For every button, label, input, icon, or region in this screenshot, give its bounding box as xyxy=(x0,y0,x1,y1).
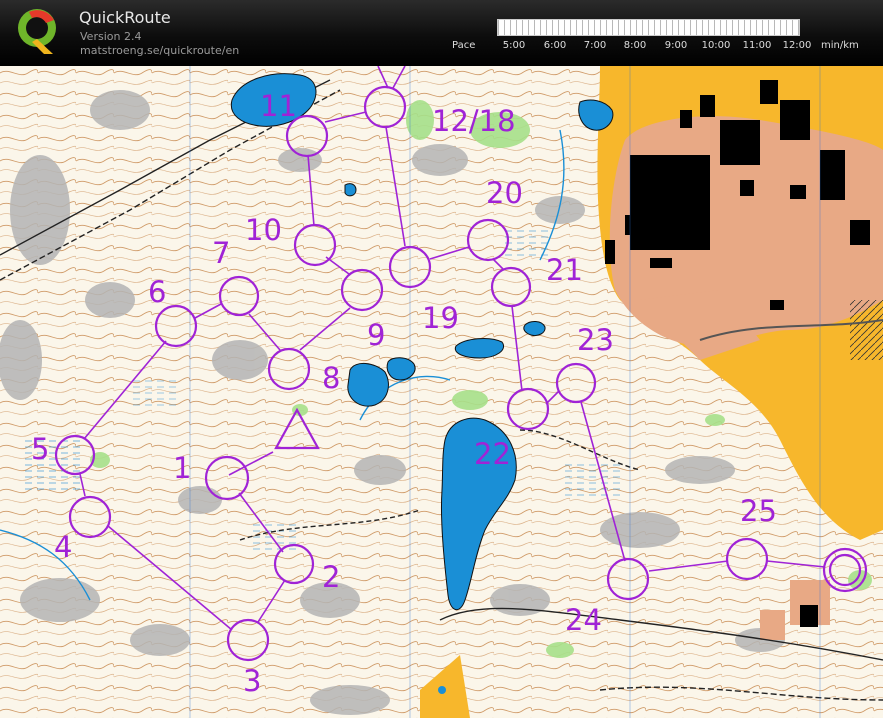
control-label: 2 xyxy=(322,560,340,594)
control-label: 3 xyxy=(243,664,261,698)
pace-label: Pace xyxy=(452,40,476,51)
pace-tick: 11:00 xyxy=(742,40,772,51)
control-label: 22 xyxy=(474,437,511,471)
pace-tick: 12:00 xyxy=(782,40,812,51)
pace-scale-bar xyxy=(497,19,800,36)
control-label: 25 xyxy=(740,494,777,528)
pace-tick: 7:00 xyxy=(583,40,607,51)
pace-tick: 6:00 xyxy=(543,40,567,51)
pace-tick: 10:00 xyxy=(701,40,731,51)
control-label: 7 xyxy=(212,236,230,270)
quickroute-window: QuickRoute Version 2.4 matstroeng.se/qui… xyxy=(0,0,883,718)
control-label: 5 xyxy=(31,432,49,466)
control-label: 24 xyxy=(565,603,602,637)
control-label: 1 xyxy=(173,451,191,485)
control-label: 8 xyxy=(322,361,340,395)
app-version: Version 2.4 xyxy=(80,30,142,43)
app-header: QuickRoute Version 2.4 matstroeng.se/qui… xyxy=(0,0,883,66)
orienteering-map[interactable]: 1 2 3 4 5 6 7 8 9 10 11 12/18 19 20 21 2… xyxy=(0,66,883,718)
quickroute-logo-icon xyxy=(18,9,56,54)
control-label: 20 xyxy=(486,176,523,210)
control-label: 10 xyxy=(245,213,282,247)
control-label: 19 xyxy=(422,301,459,335)
control-label: 11 xyxy=(260,89,297,123)
pace-tick: 9:00 xyxy=(664,40,688,51)
control-label: 21 xyxy=(546,253,583,287)
pace-unit: min/km xyxy=(821,40,859,51)
control-label: 4 xyxy=(54,530,72,564)
control-label: 9 xyxy=(367,318,385,352)
app-url[interactable]: matstroeng.se/quickroute/en xyxy=(80,44,239,57)
map-canvas[interactable]: 1 2 3 4 5 6 7 8 9 10 11 12/18 19 20 21 2… xyxy=(0,66,883,718)
control-label: 12/18 xyxy=(432,104,516,138)
control-label: 23 xyxy=(577,323,614,357)
pace-tick: 5:00 xyxy=(502,40,526,51)
control-label: 6 xyxy=(148,275,166,309)
app-title: QuickRoute xyxy=(79,8,171,27)
pace-tick: 8:00 xyxy=(623,40,647,51)
